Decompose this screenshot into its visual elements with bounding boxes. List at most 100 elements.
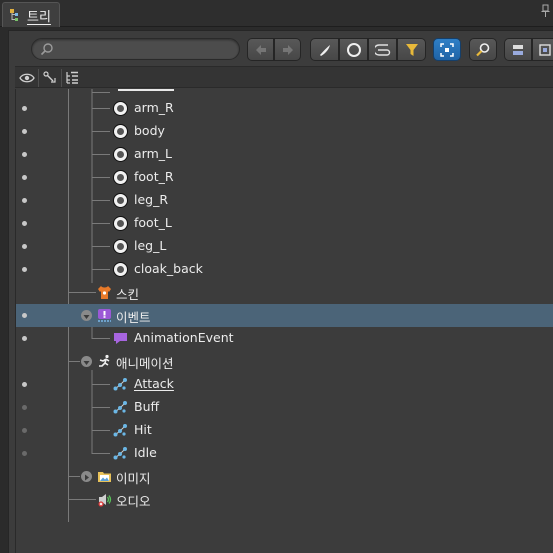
tree-row-bone[interactable]: foot_L	[16, 212, 553, 235]
tree-row-bone[interactable]: leg_L	[16, 235, 553, 258]
tree-view[interactable]: arm_R body arm_L foot_R leg_R foot_L leg…	[15, 89, 553, 553]
expand-toggle[interactable]	[81, 310, 92, 321]
bone-icon	[113, 101, 128, 116]
tree-row-event[interactable]: AnimationEvent	[16, 327, 553, 350]
collapse-button[interactable]	[504, 38, 532, 61]
visibility-toggle[interactable]	[22, 451, 27, 456]
bone-icon	[113, 147, 128, 162]
bone-icon	[113, 216, 128, 231]
animation-icon	[113, 377, 128, 392]
visibility-toggle[interactable]	[22, 175, 27, 180]
tree-panel: arm_R body arm_L foot_R leg_R foot_L leg…	[8, 30, 553, 553]
tree-row-bone[interactable]: leg_R	[16, 189, 553, 212]
tree-row-bone[interactable]: cloak_back	[16, 258, 553, 281]
visibility-toggle[interactable]	[22, 221, 27, 226]
visibility-toggle[interactable]	[22, 244, 27, 249]
tab-tree[interactable]: 트리	[2, 2, 60, 27]
bone-filter-button[interactable]	[310, 38, 339, 61]
visibility-toggle[interactable]	[22, 129, 27, 134]
back-button[interactable]	[247, 38, 274, 61]
bone-icon	[113, 193, 128, 208]
visibility-toggle[interactable]	[22, 313, 27, 318]
expand-button[interactable]	[532, 38, 553, 61]
bone-brush-icon	[319, 44, 330, 56]
visibility-toggle[interactable]	[22, 428, 27, 433]
node-label: Idle	[134, 445, 157, 460]
running-figure-icon	[97, 354, 112, 369]
magnifier-key-icon	[476, 42, 490, 56]
node-label: cloak_back	[134, 261, 203, 276]
arrow-left-icon	[255, 44, 266, 55]
node-label: arm_L	[134, 146, 172, 161]
node-label: body	[134, 123, 165, 138]
focus-frame-icon	[440, 42, 454, 57]
node-label: foot_R	[134, 169, 174, 184]
search-input[interactable]	[31, 38, 240, 60]
bone-icon	[113, 239, 128, 254]
image-folder-icon	[97, 469, 112, 484]
visibility-toggle[interactable]	[22, 106, 27, 111]
node-label: 이미지	[116, 471, 151, 486]
forward-button[interactable]	[274, 38, 301, 61]
eye-icon[interactable]	[19, 70, 35, 86]
visibility-toggle[interactable]	[22, 382, 27, 387]
node-label: Hit	[134, 422, 152, 437]
tab-label: 트리	[27, 9, 51, 25]
node-label: foot_L	[134, 215, 172, 230]
column-divider	[61, 69, 62, 87]
tree-row-events[interactable]: 이벤트	[16, 304, 553, 327]
attachment-filter-button[interactable]	[368, 38, 397, 61]
expand-toggle[interactable]	[81, 356, 92, 367]
node-label: AnimationEvent	[134, 330, 234, 345]
tree-row-skins[interactable]: 스킨	[16, 281, 553, 304]
tree-row-animation[interactable]: Attack	[16, 373, 553, 396]
visibility-toggle[interactable]	[22, 336, 27, 341]
bone-icon	[113, 170, 128, 185]
node-label: leg_R	[134, 192, 169, 207]
tree-row-animation[interactable]: Hit	[16, 419, 553, 442]
focus-button[interactable]	[433, 38, 461, 61]
event-folder-icon	[97, 308, 112, 323]
tree-row-bone[interactable]: arm_R	[16, 97, 553, 120]
tree-row-images[interactable]: 이미지	[16, 465, 553, 488]
tree-toolbar	[9, 31, 553, 65]
speaker-icon	[97, 492, 112, 507]
animation-icon	[113, 423, 128, 438]
circle-icon	[346, 42, 361, 57]
tree-row-bone[interactable]: body	[16, 120, 553, 143]
tree-row-audio[interactable]: 오디오	[16, 488, 553, 511]
slot-filter-button[interactable]	[339, 38, 368, 61]
tree-row-animations[interactable]: 애니메이션	[16, 350, 553, 373]
funnel-icon	[405, 43, 418, 56]
node-label: Attack	[134, 376, 174, 391]
node-label: Buff	[134, 399, 160, 414]
pin-icon[interactable]	[541, 4, 550, 18]
tree-list-icon[interactable]	[65, 70, 81, 86]
bone-icon	[113, 262, 128, 277]
node-label: 오디오	[116, 494, 151, 509]
animation-icon	[113, 446, 128, 461]
event-icon	[113, 331, 128, 346]
visibility-toggle[interactable]	[22, 405, 27, 410]
tree-icon	[9, 8, 23, 22]
visibility-toggle[interactable]	[22, 198, 27, 203]
search-icon	[40, 42, 54, 56]
tree-row-animation[interactable]: Buff	[16, 396, 553, 419]
expand-icon	[538, 43, 551, 56]
tree-row-animation[interactable]: Idle	[16, 442, 553, 465]
node-label: leg_L	[134, 238, 167, 253]
expand-toggle[interactable]	[81, 471, 92, 482]
stack-icon	[513, 44, 523, 55]
tree-row-bone[interactable]: arm_L	[16, 143, 553, 166]
visibility-toggle[interactable]	[22, 152, 27, 157]
tree-row-bone[interactable]: foot_R	[16, 166, 553, 189]
node-label: arm_R	[134, 100, 174, 115]
node-label: 스킨	[116, 287, 140, 302]
column-header	[15, 66, 553, 88]
bone-link-icon[interactable]	[42, 70, 58, 86]
filter-button[interactable]	[397, 38, 426, 61]
node-label: 애니메이션	[116, 356, 174, 371]
find-button[interactable]	[469, 38, 497, 61]
arrow-right-icon	[282, 44, 293, 55]
visibility-toggle[interactable]	[22, 267, 27, 272]
